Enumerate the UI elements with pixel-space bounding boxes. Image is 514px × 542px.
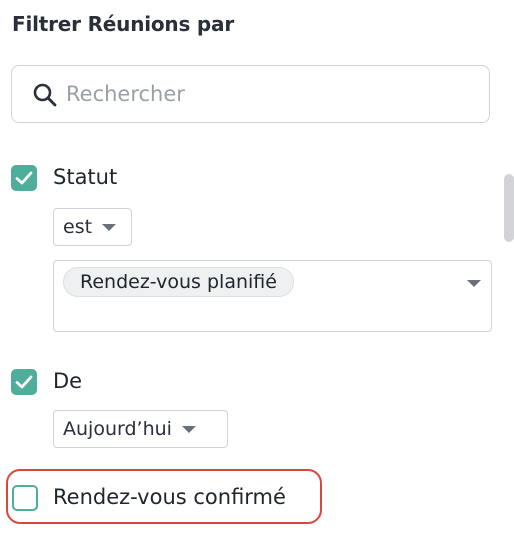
de-checkbox[interactable] xyxy=(11,369,37,395)
statut-label: Statut xyxy=(53,165,118,189)
check-icon xyxy=(15,375,33,389)
confirme-checkbox[interactable] xyxy=(12,485,38,511)
panel-title: Filtrer Réunions par xyxy=(12,12,235,36)
scrollbar-thumb[interactable] xyxy=(504,174,514,242)
caret-down-icon xyxy=(181,425,196,433)
search-icon xyxy=(33,83,57,107)
confirme-label[interactable]: Rendez-vous confirmé xyxy=(53,485,286,509)
search-input[interactable] xyxy=(66,78,466,110)
statut-value-select[interactable]: Rendez-vous planifié xyxy=(53,260,492,332)
de-label: De xyxy=(53,369,83,393)
caret-down-icon xyxy=(102,223,117,231)
statut-operator-value: est xyxy=(63,216,93,238)
caret-down-icon xyxy=(467,280,481,287)
de-date-dropdown[interactable]: Aujourd’hui xyxy=(53,410,228,448)
search-box[interactable] xyxy=(11,65,490,123)
de-date-value: Aujourd’hui xyxy=(63,418,172,440)
selected-status-chip[interactable]: Rendez-vous planifié xyxy=(63,267,294,297)
statut-checkbox[interactable] xyxy=(11,165,37,191)
statut-operator-dropdown[interactable]: est xyxy=(53,208,132,246)
check-icon xyxy=(15,171,33,185)
